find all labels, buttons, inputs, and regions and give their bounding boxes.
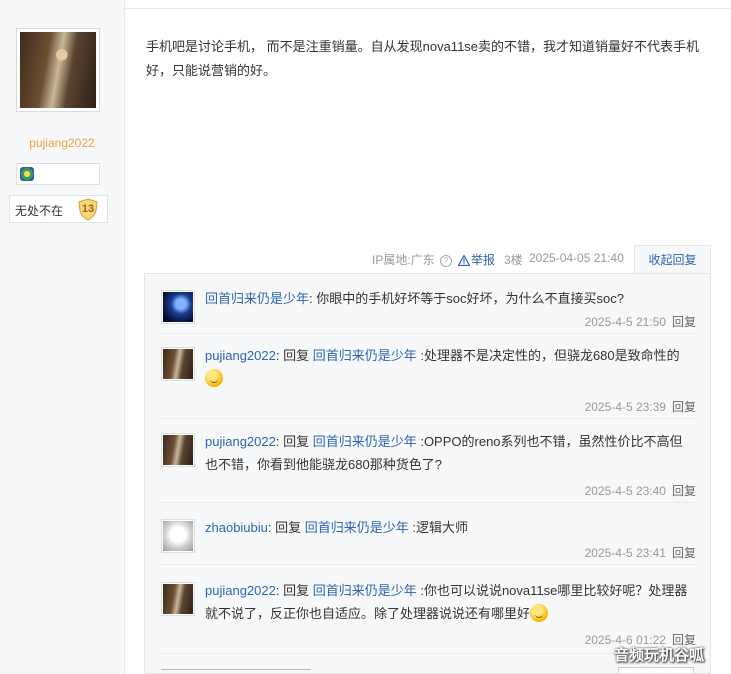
list-item: zhaobiubiu: 回复 回首归来仍是少年 :逻辑大师 2025-4-5 2…: [161, 516, 696, 565]
post-time: 2025-04-05 21:40: [529, 251, 624, 265]
reply-avatar[interactable]: [161, 582, 195, 616]
reply-time: 2025-4-5 23:40: [584, 484, 666, 498]
level-number: 13: [81, 203, 95, 215]
badge-icon: [20, 167, 34, 181]
reply-word: : 回复: [275, 434, 313, 449]
reply-avatar[interactable]: [161, 519, 195, 553]
reply-message: :逻辑大师: [408, 520, 468, 535]
reply-text: pujiang2022: 回复 回首归来仍是少年 :OPPO的reno系列也不错…: [205, 430, 695, 476]
reply-button[interactable]: 回复: [672, 400, 696, 414]
report-link[interactable]: 举报: [457, 251, 495, 268]
reply-text: pujiang2022: 回复 回首归来仍是少年 :你也可以说说nova11se…: [205, 579, 695, 625]
smile-emoji-icon: [205, 369, 223, 387]
help-icon[interactable]: ?: [440, 255, 453, 267]
reply-footer: 2025-4-5 23:41 回复: [585, 544, 696, 561]
reply-message: : 你眼中的手机好坏等于soc好坏，为什么不直接买soc?: [309, 291, 624, 306]
watermark: 音频玩机谷呱: [614, 647, 705, 664]
reply-message: :处理器不是决定性的，但骁龙680是致命性的: [416, 348, 680, 363]
reply-footer: 2025-4-5 21:50 回复: [585, 313, 696, 330]
reply-time: 2025-4-5 21:50: [584, 315, 666, 329]
list-item: pujiang2022: 回复 回首归来仍是少年 :OPPO的reno系列也不错…: [161, 430, 696, 503]
author-avatar-image: [20, 32, 96, 108]
lady-avatar-icon: [163, 435, 193, 465]
reply-target-user[interactable]: 回首归来仍是少年: [313, 583, 417, 598]
reply-target-user[interactable]: 回首归来仍是少年: [313, 434, 417, 449]
reply-target-user[interactable]: 回首归来仍是少年: [305, 520, 409, 535]
reply-target-user[interactable]: 回首归来仍是少年: [313, 348, 417, 363]
author-badge[interactable]: [16, 163, 100, 185]
reply-avatar[interactable]: [161, 290, 195, 324]
moon-avatar-icon: [163, 292, 193, 322]
reply-word: : 回复: [267, 520, 305, 535]
reply-time: 2025-4-5 23:41: [584, 546, 666, 560]
author-level[interactable]: 无处不在 13: [9, 195, 108, 223]
reply-text: 回首归来仍是少年: 你眼中的手机好坏等于soc好坏，为什么不直接买soc?: [205, 287, 695, 310]
reply-username[interactable]: pujiang2022: [205, 348, 276, 363]
partial-row-cutoff: [161, 669, 311, 673]
post-content: 手机吧是讨论手机， 而不是注重销量。自从发现nova11se卖的不错，我才知道销…: [146, 39, 700, 78]
smile-emoji-icon: [530, 604, 549, 622]
reply-avatar[interactable]: [161, 347, 195, 381]
reply-button[interactable]: 回复: [672, 315, 696, 329]
level-label: 无处不在: [15, 204, 64, 218]
lady-avatar-icon: [163, 584, 193, 614]
reply-avatar[interactable]: [161, 433, 195, 467]
reply-footer: 2025-4-5 23:40 回复: [585, 482, 696, 499]
reply-word: : 回复: [275, 348, 313, 363]
reply-username[interactable]: pujiang2022: [205, 434, 276, 449]
list-item: pujiang2022: 回复 回首归来仍是少年 :处理器不是决定性的，但骁龙6…: [161, 344, 696, 419]
dog-avatar-icon: [163, 521, 193, 551]
reply-button[interactable]: 回复: [672, 546, 696, 560]
ip-location: IP属地:广东 ?: [372, 251, 453, 268]
lady-avatar-icon: [163, 349, 193, 379]
list-item: 回首归来仍是少年: 你眼中的手机好坏等于soc好坏，为什么不直接买soc? 20…: [161, 287, 696, 334]
author-sidebar: pujiang2022 无处不在 13: [0, 0, 125, 674]
collapse-replies-button[interactable]: 收起回复: [634, 245, 711, 273]
reply-time: 2025-4-5 23:39: [584, 400, 666, 414]
level-badge-icon: 13: [76, 197, 100, 221]
floor-number: 3楼: [504, 253, 523, 267]
reply-list: 回首归来仍是少年: 你眼中的手机好坏等于soc好坏，为什么不直接买soc? 20…: [144, 273, 711, 674]
reply-footer: 2025-4-5 23:39 回复: [585, 398, 696, 415]
list-item: pujiang2022: 回复 回首归来仍是少年 :你也可以说说nova11se…: [161, 579, 696, 654]
reply-text: zhaobiubiu: 回复 回首归来仍是少年 :逻辑大师: [205, 516, 695, 539]
top-divider: [124, 8, 731, 9]
reply-username[interactable]: pujiang2022: [205, 583, 276, 598]
post-meta-bar: IP属地:广东 ? 举报 3楼 2025-04-05 21:40 收起回复: [144, 245, 711, 273]
warning-icon: [457, 254, 471, 267]
reply-button[interactable]: 回复: [672, 484, 696, 498]
reply-username[interactable]: 回首归来仍是少年: [205, 291, 309, 306]
author-username[interactable]: pujiang2022: [0, 136, 124, 150]
reply-word: : 回复: [275, 583, 313, 598]
partial-button-cutoff: [618, 667, 694, 673]
reply-username[interactable]: zhaobiubiu: [205, 520, 268, 535]
reply-text: pujiang2022: 回复 回首归来仍是少年 :处理器不是决定性的，但骁龙6…: [205, 344, 695, 390]
author-avatar[interactable]: [16, 28, 100, 112]
